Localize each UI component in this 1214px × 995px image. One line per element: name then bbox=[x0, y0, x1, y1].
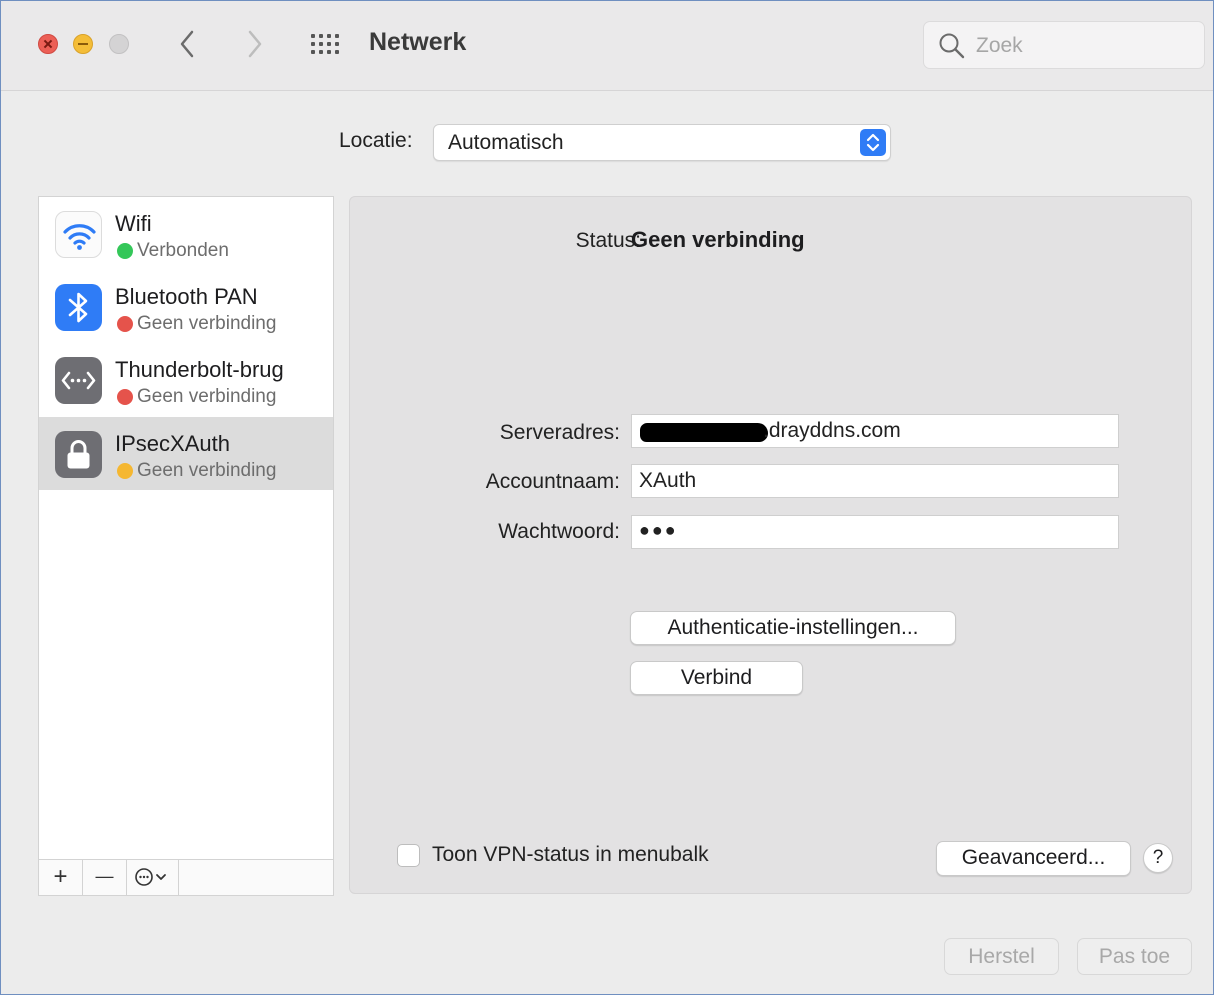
service-name: Thunderbolt-brug bbox=[115, 357, 284, 382]
zoom-window-button[interactable] bbox=[109, 34, 129, 54]
connect-button[interactable]: Verbind bbox=[630, 661, 803, 695]
server-address-label: Serveradres: bbox=[499, 421, 620, 444]
service-status: Verbonden bbox=[137, 240, 229, 261]
password-label: Wachtwoord: bbox=[498, 520, 620, 543]
status-dot-icon bbox=[117, 389, 133, 405]
lock-icon bbox=[55, 431, 102, 478]
password-field[interactable]: ●●● bbox=[631, 515, 1119, 549]
revert-button[interactable]: Herstel bbox=[944, 938, 1059, 975]
account-name-label: Accountnaam: bbox=[485, 470, 620, 493]
show-vpn-status-label[interactable]: Toon VPN-status in menubalk bbox=[432, 843, 709, 867]
service-item-thunderbolt-bridge[interactable]: Thunderbolt-brug Geen verbinding bbox=[39, 343, 333, 416]
server-address-value: .drayddns.com bbox=[763, 419, 901, 442]
close-window-button[interactable] bbox=[38, 34, 58, 54]
status-dot-icon bbox=[117, 463, 133, 479]
show-all-grid-icon[interactable] bbox=[311, 34, 341, 54]
back-button[interactable] bbox=[173, 27, 203, 61]
location-select[interactable]: Automatisch bbox=[433, 124, 891, 161]
service-item-ipsecxauth[interactable]: IPsecXAuth Geen verbinding bbox=[39, 417, 333, 490]
wifi-icon bbox=[55, 211, 102, 258]
show-vpn-status-checkbox[interactable] bbox=[397, 844, 420, 867]
status-dot-icon bbox=[117, 316, 133, 332]
location-label: Locatie: bbox=[339, 129, 413, 152]
search-field[interactable] bbox=[923, 21, 1205, 69]
service-name: Bluetooth PAN bbox=[115, 284, 258, 309]
service-name: IPsecXAuth bbox=[115, 431, 230, 456]
advanced-button[interactable]: Geavanceerd... bbox=[936, 841, 1131, 876]
updown-chevron-icon bbox=[860, 129, 886, 156]
service-list: Wifi Verbonden Bluetooth PAN Geen verbin… bbox=[38, 196, 334, 896]
network-preferences-window: Netwerk Locatie: Automatisch bbox=[0, 0, 1214, 995]
status-dot-icon bbox=[117, 243, 133, 259]
service-actions-menu-button[interactable] bbox=[127, 860, 179, 895]
account-name-field[interactable]: XAuth bbox=[631, 464, 1119, 498]
service-status: Geen verbinding bbox=[137, 460, 277, 481]
status-value: Geen verbinding bbox=[631, 227, 805, 252]
service-status: Geen verbinding bbox=[137, 313, 277, 334]
service-status: Geen verbinding bbox=[137, 386, 277, 407]
apply-button[interactable]: Pas toe bbox=[1077, 938, 1192, 975]
minimize-window-button[interactable] bbox=[73, 34, 93, 54]
service-list-toolbar: + — bbox=[39, 859, 333, 895]
authentication-settings-button[interactable]: Authenticatie-instellingen... bbox=[630, 611, 956, 645]
ellipsis-circle-icon bbox=[135, 868, 166, 886]
bluetooth-icon bbox=[55, 284, 102, 331]
service-item-bluetooth-pan[interactable]: Bluetooth PAN Geen verbinding bbox=[39, 270, 333, 343]
title-bar: Netwerk bbox=[1, 1, 1213, 91]
help-button[interactable]: ? bbox=[1143, 843, 1173, 873]
remove-service-button[interactable]: — bbox=[83, 860, 127, 895]
location-value: Automatisch bbox=[448, 131, 564, 154]
add-service-button[interactable]: + bbox=[39, 860, 83, 895]
chevron-right-icon bbox=[248, 30, 262, 58]
service-item-wifi[interactable]: Wifi Verbonden bbox=[39, 197, 333, 270]
service-name: Wifi bbox=[115, 211, 152, 236]
search-icon bbox=[939, 33, 965, 59]
server-address-field[interactable]: .drayddns.com bbox=[631, 414, 1119, 448]
forward-button[interactable] bbox=[239, 27, 269, 61]
thunderbolt-bridge-icon bbox=[55, 357, 102, 404]
window-title: Netwerk bbox=[369, 28, 467, 56]
chevron-left-icon bbox=[180, 30, 194, 58]
redaction-mark bbox=[640, 423, 768, 442]
search-input[interactable] bbox=[976, 34, 1186, 58]
